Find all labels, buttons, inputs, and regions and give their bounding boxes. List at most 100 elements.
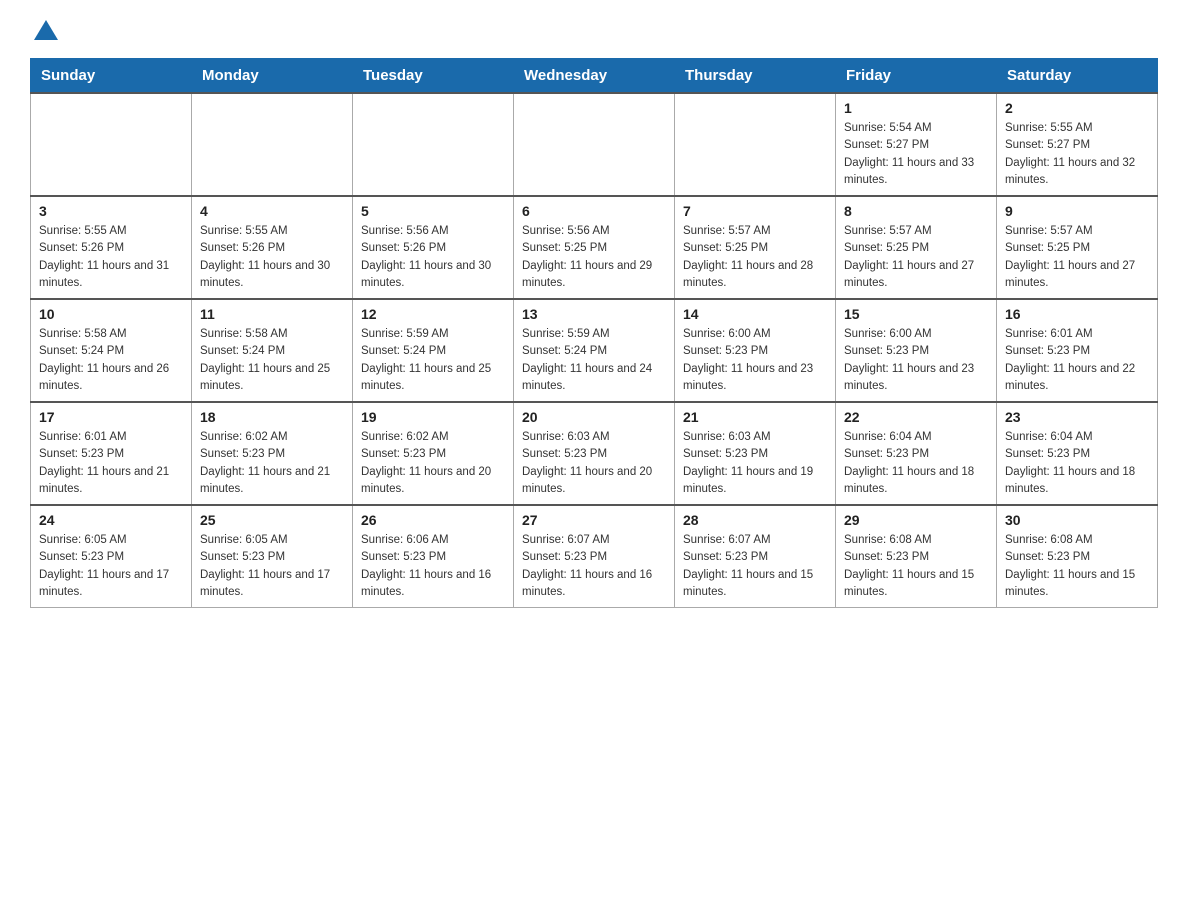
calendar-cell: 4 Sunrise: 5:55 AMSunset: 5:26 PMDaylight… xyxy=(192,196,353,299)
day-of-week-header: Saturday xyxy=(997,59,1158,94)
day-number: 11 xyxy=(200,306,344,322)
day-info: Sunrise: 6:01 AMSunset: 5:23 PMDaylight:… xyxy=(39,429,183,498)
calendar-week-row: 17 Sunrise: 6:01 AMSunset: 5:23 PMDayligh… xyxy=(31,402,1158,505)
day-number: 10 xyxy=(39,306,183,322)
day-info: Sunrise: 5:57 AMSunset: 5:25 PMDaylight:… xyxy=(683,223,827,292)
day-number: 12 xyxy=(361,306,505,322)
calendar-cell: 18 Sunrise: 6:02 AMSunset: 5:23 PMDayligh… xyxy=(192,402,353,505)
day-number: 9 xyxy=(1005,203,1149,219)
day-number: 6 xyxy=(522,203,666,219)
calendar-cell xyxy=(31,93,192,196)
day-number: 27 xyxy=(522,512,666,528)
calendar-table: SundayMondayTuesdayWednesdayThursdayFrid… xyxy=(30,58,1158,608)
calendar-week-row: 3 Sunrise: 5:55 AMSunset: 5:26 PMDaylight… xyxy=(31,196,1158,299)
day-number: 24 xyxy=(39,512,183,528)
day-info: Sunrise: 6:05 AMSunset: 5:23 PMDaylight:… xyxy=(200,532,344,601)
calendar-cell: 11 Sunrise: 5:58 AMSunset: 5:24 PMDayligh… xyxy=(192,299,353,402)
day-number: 30 xyxy=(1005,512,1149,528)
calendar-cell: 30 Sunrise: 6:08 AMSunset: 5:23 PMDayligh… xyxy=(997,505,1158,608)
day-of-week-header: Monday xyxy=(192,59,353,94)
day-info: Sunrise: 5:55 AMSunset: 5:27 PMDaylight:… xyxy=(1005,120,1149,189)
day-info: Sunrise: 5:59 AMSunset: 5:24 PMDaylight:… xyxy=(522,326,666,395)
calendar-cell: 26Sunrise: 6:06 AMSunset: 5:23 PMDayligh… xyxy=(353,505,514,608)
calendar-cell: 13 Sunrise: 5:59 AMSunset: 5:24 PMDayligh… xyxy=(514,299,675,402)
day-info: Sunrise: 5:56 AMSunset: 5:25 PMDaylight:… xyxy=(522,223,666,292)
day-info: Sunrise: 6:02 AMSunset: 5:23 PMDaylight:… xyxy=(200,429,344,498)
calendar-cell: 29 Sunrise: 6:08 AMSunset: 5:23 PMDayligh… xyxy=(836,505,997,608)
calendar-cell: 12 Sunrise: 5:59 AMSunset: 5:24 PMDayligh… xyxy=(353,299,514,402)
day-of-week-header: Friday xyxy=(836,59,997,94)
calendar-cell: 24Sunrise: 6:05 AMSunset: 5:23 PMDayligh… xyxy=(31,505,192,608)
day-info: Sunrise: 5:59 AMSunset: 5:24 PMDaylight:… xyxy=(361,326,505,395)
day-number: 23 xyxy=(1005,409,1149,425)
calendar-cell: 19 Sunrise: 6:02 AMSunset: 5:23 PMDayligh… xyxy=(353,402,514,505)
calendar-week-row: 1 Sunrise: 5:54 AMSunset: 5:27 PMDaylight… xyxy=(31,93,1158,196)
calendar-cell: 1 Sunrise: 5:54 AMSunset: 5:27 PMDaylight… xyxy=(836,93,997,196)
day-info: Sunrise: 6:02 AMSunset: 5:23 PMDaylight:… xyxy=(361,429,505,498)
day-info: Sunrise: 5:58 AMSunset: 5:24 PMDaylight:… xyxy=(200,326,344,395)
day-number: 17 xyxy=(39,409,183,425)
calendar-cell: 10 Sunrise: 5:58 AMSunset: 5:24 PMDayligh… xyxy=(31,299,192,402)
day-number: 7 xyxy=(683,203,827,219)
day-number: 19 xyxy=(361,409,505,425)
day-info: Sunrise: 5:56 AMSunset: 5:26 PMDaylight:… xyxy=(361,223,505,292)
logo-triangle-icon xyxy=(34,20,58,40)
day-of-week-header: Wednesday xyxy=(514,59,675,94)
day-number: 22 xyxy=(844,409,988,425)
calendar-cell: 6 Sunrise: 5:56 AMSunset: 5:25 PMDaylight… xyxy=(514,196,675,299)
calendar-cell xyxy=(353,93,514,196)
day-info: Sunrise: 6:07 AMSunset: 5:23 PMDaylight:… xyxy=(683,532,827,601)
day-info: Sunrise: 5:54 AMSunset: 5:27 PMDaylight:… xyxy=(844,120,988,189)
day-info: Sunrise: 6:03 AMSunset: 5:23 PMDaylight:… xyxy=(683,429,827,498)
day-number: 13 xyxy=(522,306,666,322)
calendar-cell: 20 Sunrise: 6:03 AMSunset: 5:23 PMDayligh… xyxy=(514,402,675,505)
day-info: Sunrise: 6:08 AMSunset: 5:23 PMDaylight:… xyxy=(844,532,988,601)
day-number: 14 xyxy=(683,306,827,322)
day-number: 5 xyxy=(361,203,505,219)
day-of-week-header: Tuesday xyxy=(353,59,514,94)
calendar-cell: 2 Sunrise: 5:55 AMSunset: 5:27 PMDaylight… xyxy=(997,93,1158,196)
calendar-cell: 15 Sunrise: 6:00 AMSunset: 5:23 PMDayligh… xyxy=(836,299,997,402)
calendar-cell xyxy=(192,93,353,196)
day-info: Sunrise: 5:55 AMSunset: 5:26 PMDaylight:… xyxy=(39,223,183,292)
day-number: 21 xyxy=(683,409,827,425)
page-header xyxy=(30,20,1158,38)
day-number: 20 xyxy=(522,409,666,425)
calendar-cell: 21 Sunrise: 6:03 AMSunset: 5:23 PMDayligh… xyxy=(675,402,836,505)
calendar-cell xyxy=(675,93,836,196)
day-info: Sunrise: 6:03 AMSunset: 5:23 PMDaylight:… xyxy=(522,429,666,498)
logo xyxy=(30,20,58,38)
calendar-cell: 28 Sunrise: 6:07 AMSunset: 5:23 PMDayligh… xyxy=(675,505,836,608)
day-number: 4 xyxy=(200,203,344,219)
day-of-week-header: Sunday xyxy=(31,59,192,94)
day-info: Sunrise: 5:58 AMSunset: 5:24 PMDaylight:… xyxy=(39,326,183,395)
calendar-cell: 14 Sunrise: 6:00 AMSunset: 5:23 PMDayligh… xyxy=(675,299,836,402)
calendar-cell: 25 Sunrise: 6:05 AMSunset: 5:23 PMDayligh… xyxy=(192,505,353,608)
calendar-cell: 22 Sunrise: 6:04 AMSunset: 5:23 PMDayligh… xyxy=(836,402,997,505)
day-info: Sunrise: 6:07 AMSunset: 5:23 PMDaylight:… xyxy=(522,532,666,601)
day-info: Sunrise: 6:04 AMSunset: 5:23 PMDaylight:… xyxy=(844,429,988,498)
day-number: 16 xyxy=(1005,306,1149,322)
calendar-cell: 3 Sunrise: 5:55 AMSunset: 5:26 PMDaylight… xyxy=(31,196,192,299)
day-number: 1 xyxy=(844,100,988,116)
day-info: Sunrise: 5:55 AMSunset: 5:26 PMDaylight:… xyxy=(200,223,344,292)
calendar-cell: 23Sunrise: 6:04 AMSunset: 5:23 PMDayligh… xyxy=(997,402,1158,505)
day-number: 28 xyxy=(683,512,827,528)
calendar-cell: 27 Sunrise: 6:07 AMSunset: 5:23 PMDayligh… xyxy=(514,505,675,608)
day-info: Sunrise: 6:00 AMSunset: 5:23 PMDaylight:… xyxy=(844,326,988,395)
calendar-week-row: 10 Sunrise: 5:58 AMSunset: 5:24 PMDayligh… xyxy=(31,299,1158,402)
day-info: Sunrise: 6:08 AMSunset: 5:23 PMDaylight:… xyxy=(1005,532,1149,601)
day-number: 2 xyxy=(1005,100,1149,116)
day-info: Sunrise: 5:57 AMSunset: 5:25 PMDaylight:… xyxy=(1005,223,1149,292)
day-number: 29 xyxy=(844,512,988,528)
day-of-week-header: Thursday xyxy=(675,59,836,94)
day-number: 15 xyxy=(844,306,988,322)
calendar-cell xyxy=(514,93,675,196)
day-number: 26 xyxy=(361,512,505,528)
day-number: 8 xyxy=(844,203,988,219)
day-number: 18 xyxy=(200,409,344,425)
calendar-cell: 7 Sunrise: 5:57 AMSunset: 5:25 PMDaylight… xyxy=(675,196,836,299)
day-number: 3 xyxy=(39,203,183,219)
day-info: Sunrise: 6:00 AMSunset: 5:23 PMDaylight:… xyxy=(683,326,827,395)
day-number: 25 xyxy=(200,512,344,528)
